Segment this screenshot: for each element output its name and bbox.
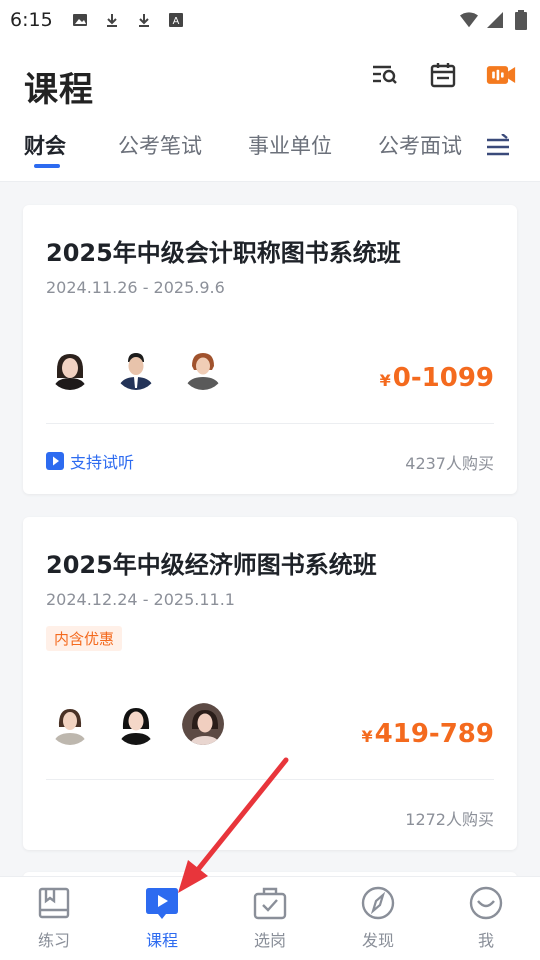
tab-gongkao-mianshi[interactable]: 公考面试 — [378, 130, 462, 160]
download-icon — [135, 11, 153, 29]
status-icons-right — [460, 10, 530, 30]
compass-icon — [361, 886, 395, 920]
currency-symbol: ¥ — [379, 371, 391, 390]
course-price: ¥419-789 — [362, 719, 494, 749]
purchase-count: 1272人购买 — [405, 810, 494, 829]
live-video-icon[interactable] — [486, 60, 516, 90]
avatar — [49, 348, 91, 390]
nav-item-me[interactable]: 我 — [446, 885, 526, 951]
trial-label: 支持试听 — [70, 453, 135, 472]
status-icons-left: A — [71, 11, 185, 29]
currency-symbol: ¥ — [361, 727, 373, 746]
status-bar: 6:15 A — [0, 0, 540, 40]
download-icon — [103, 11, 121, 29]
avatar — [49, 703, 91, 745]
nav-label: 练习 — [37, 931, 70, 950]
divider — [46, 423, 494, 424]
nav-item-positions[interactable]: 选岗 — [230, 885, 310, 951]
wifi-icon — [460, 11, 478, 29]
nav-label: 选岗 — [253, 931, 286, 950]
page-title: 课程 — [24, 70, 94, 110]
nav-item-practice[interactable]: 练习 — [14, 885, 94, 951]
purchase-count: 4237人购买 — [405, 454, 494, 473]
nav-item-discover[interactable]: 发现 — [338, 885, 418, 951]
play-icon — [146, 888, 178, 919]
tab-gongkao-bishi[interactable]: 公考笔试 — [118, 130, 202, 160]
course-date: 2024.12.24 - 2025.11.1 — [46, 590, 235, 609]
tab-caikuai[interactable]: 财会 — [24, 130, 66, 160]
svg-text:A: A — [172, 16, 179, 27]
smile-icon — [469, 886, 503, 920]
nav-label: 发现 — [361, 931, 394, 950]
trial-listen-button[interactable]: 支持试听 — [46, 449, 134, 473]
course-price: ¥0-1099 — [380, 363, 494, 393]
avatar — [115, 348, 157, 390]
course-card[interactable]: 2025年中级经济师图书系统班 2024.12.24 - 2025.11.1 内… — [23, 517, 517, 850]
image-icon — [71, 11, 89, 29]
text-a-icon: A — [167, 11, 185, 29]
signal-icon — [486, 11, 504, 29]
active-tab-indicator — [34, 164, 60, 168]
divider — [46, 779, 494, 780]
nav-item-courses[interactable]: 课程 — [122, 885, 202, 951]
avatar — [115, 703, 157, 745]
course-title: 2025年中级会计职称图书系统班 — [46, 239, 401, 267]
avatar — [182, 348, 224, 390]
sort-menu-icon[interactable] — [486, 133, 510, 158]
price-range: 0-1099 — [392, 363, 494, 393]
header-actions — [370, 60, 516, 90]
course-title: 2025年中级经济师图书系统班 — [46, 551, 377, 579]
bottom-navigation: 练习 课程 选岗 发现 我 — [0, 876, 540, 960]
briefcase-check-icon — [253, 887, 287, 920]
avatar — [182, 703, 224, 745]
play-square-icon — [46, 452, 64, 470]
course-card[interactable]: 2025年中级会计职称图书系统班 2024.11.26 - 2025.9.6 ¥… — [23, 205, 517, 494]
course-date: 2024.11.26 - 2025.9.6 — [46, 278, 225, 297]
header: 课程 财会 公考笔试 事业单位 公考面试 — [0, 40, 540, 182]
search-list-icon[interactable] — [370, 60, 400, 90]
status-time: 6:15 — [10, 9, 53, 31]
tab-shiye-danwei[interactable]: 事业单位 — [248, 130, 332, 160]
discount-badge: 内含优惠 — [46, 626, 123, 651]
battery-icon — [512, 10, 530, 30]
price-range: 419-789 — [374, 719, 494, 749]
calendar-icon[interactable] — [428, 60, 458, 90]
nav-label: 课程 — [145, 931, 178, 950]
category-tabs: 财会 公考笔试 事业单位 公考面试 — [0, 130, 540, 180]
book-icon — [38, 887, 70, 919]
nav-label: 我 — [477, 931, 494, 950]
